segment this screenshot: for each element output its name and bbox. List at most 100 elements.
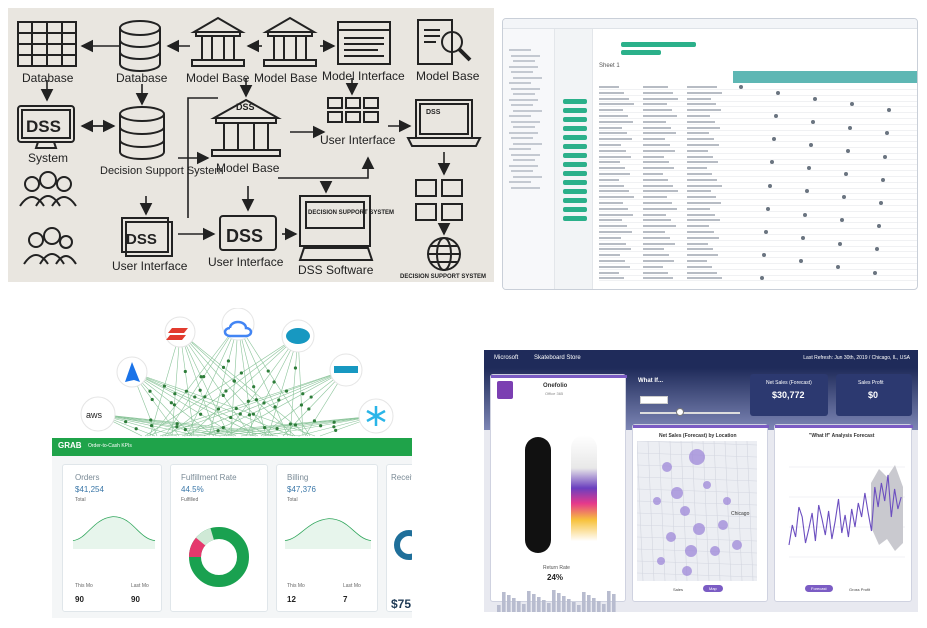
network-link [218,415,377,437]
tree-item[interactable] [509,131,538,134]
kpi-card-fulfillment[interactable]: Fulfillment Rate 44.5% Fulfilled [170,464,268,612]
location-bubble[interactable] [682,566,692,576]
filter-pill[interactable] [563,162,587,167]
filter-pill[interactable] [563,171,587,176]
filter-pill[interactable] [563,144,587,149]
table-cell [643,231,665,233]
tree-item[interactable] [509,49,531,51]
filter-pill[interactable] [563,153,587,158]
tree-item[interactable] [513,109,542,112]
filter-pill[interactable] [563,99,587,104]
model-base-building-icon [190,16,246,67]
location-bubble[interactable] [723,497,731,505]
table-mark [772,137,776,142]
filter-pill[interactable] [563,180,587,185]
label-user-interface: User Interface [320,133,396,147]
rows-pill[interactable] [621,50,661,55]
product-card[interactable]: Onefolio Office 365 Return Rate 24% [490,374,627,612]
header-title: Order-to-Cash KPIs [88,443,132,449]
table-row [599,148,917,154]
tree-item[interactable] [509,164,538,167]
tree-item[interactable] [513,93,535,95]
tree-item[interactable] [511,54,540,57]
tree-item[interactable] [509,65,538,68]
filter-pill[interactable] [563,198,587,203]
tree-item[interactable] [513,126,535,128]
map-button-map[interactable]: Map [703,585,723,592]
location-bubble[interactable] [718,520,728,530]
tree-item[interactable] [511,153,540,156]
location-bubble[interactable] [685,545,697,557]
return-bar [502,592,506,612]
net-sales-tile[interactable]: Net Sales (Forecast) $30,772 [750,374,828,416]
map-card[interactable]: Net Sales (Forecast) by Location Chicago… [632,424,769,602]
tree-item[interactable] [509,98,538,101]
map-button-sales[interactable]: Sales [673,587,683,592]
tree-item[interactable] [511,137,533,139]
kpi-value: 44.5% [181,485,204,494]
location-bubble[interactable] [662,462,672,472]
table-cell [599,207,628,210]
last-month-label: Last Mo [343,583,361,589]
tree-item[interactable] [509,82,531,84]
tree-item[interactable] [511,87,540,90]
kpi-title: Receiv [391,473,412,482]
forecast-card[interactable]: "What If" Analysis Forecast Forecast Gro… [774,424,913,602]
tree-item[interactable] [509,181,531,183]
table-cell [643,236,670,239]
location-bubble[interactable] [657,557,665,565]
return-bar [552,590,556,612]
tree-item[interactable] [511,120,540,123]
chart-button-gross-profit[interactable]: Gross Profit [849,587,870,592]
filter-pill[interactable] [563,189,587,194]
table-cell [643,120,666,123]
columns-pill[interactable] [621,42,696,47]
return-rate-label: Return Rate [543,565,570,571]
kpi-card-receivables[interactable]: Receiv $75 [386,464,412,612]
location-bubble[interactable] [693,523,705,535]
filter-pill[interactable] [563,207,587,212]
location-bubble[interactable] [689,449,705,465]
tree-item[interactable] [511,71,533,73]
location-bubble[interactable] [671,487,683,499]
filter-pill[interactable] [563,216,587,221]
tree-item[interactable] [513,175,542,178]
table-cell [687,260,707,262]
tree-item[interactable] [513,60,535,62]
kpi-value: $75 [391,597,412,611]
tree-item[interactable] [509,115,531,117]
sales-profit-tile[interactable]: Sales Profit $0 [836,374,912,416]
location-bubble[interactable] [653,497,661,505]
location-bubble[interactable] [680,506,690,516]
tree-item[interactable] [511,170,533,172]
tree-item[interactable] [511,186,540,189]
location-bubble[interactable] [666,532,676,542]
tree-item[interactable] [513,159,535,161]
chart-button-forecast[interactable]: Forecast [805,585,833,592]
network-node [238,412,242,416]
filter-pill[interactable] [563,126,587,131]
what-if-input[interactable] [640,396,668,404]
what-if-slider-track[interactable] [640,412,740,414]
table-cell [687,103,716,106]
what-if-slider-thumb[interactable] [676,408,684,416]
table-mark [877,224,881,229]
location-bubble[interactable] [703,481,711,489]
location-bubble[interactable] [732,540,742,550]
table-cell [643,219,671,222]
kpi-area: Orders $41,254 Total This Mo 90 Last Mo … [52,456,412,618]
kpi-card-billing[interactable]: Billing $47,376 Total This Mo 12 Last Mo… [276,464,378,612]
network-node [301,392,305,396]
table-cell [643,103,667,106]
filter-pill[interactable] [563,108,587,113]
location-bubble[interactable] [710,546,720,556]
tree-item[interactable] [509,148,531,150]
tree-item[interactable] [511,104,533,106]
filter-pill[interactable] [563,135,587,140]
tree-item[interactable] [513,76,542,79]
kpi-card-orders[interactable]: Orders $41,254 Total This Mo 90 Last Mo … [62,464,162,612]
label-model-base: Model Base [186,71,250,85]
filter-pill[interactable] [563,117,587,122]
tree-item[interactable] [513,142,542,145]
network-node [173,392,177,396]
